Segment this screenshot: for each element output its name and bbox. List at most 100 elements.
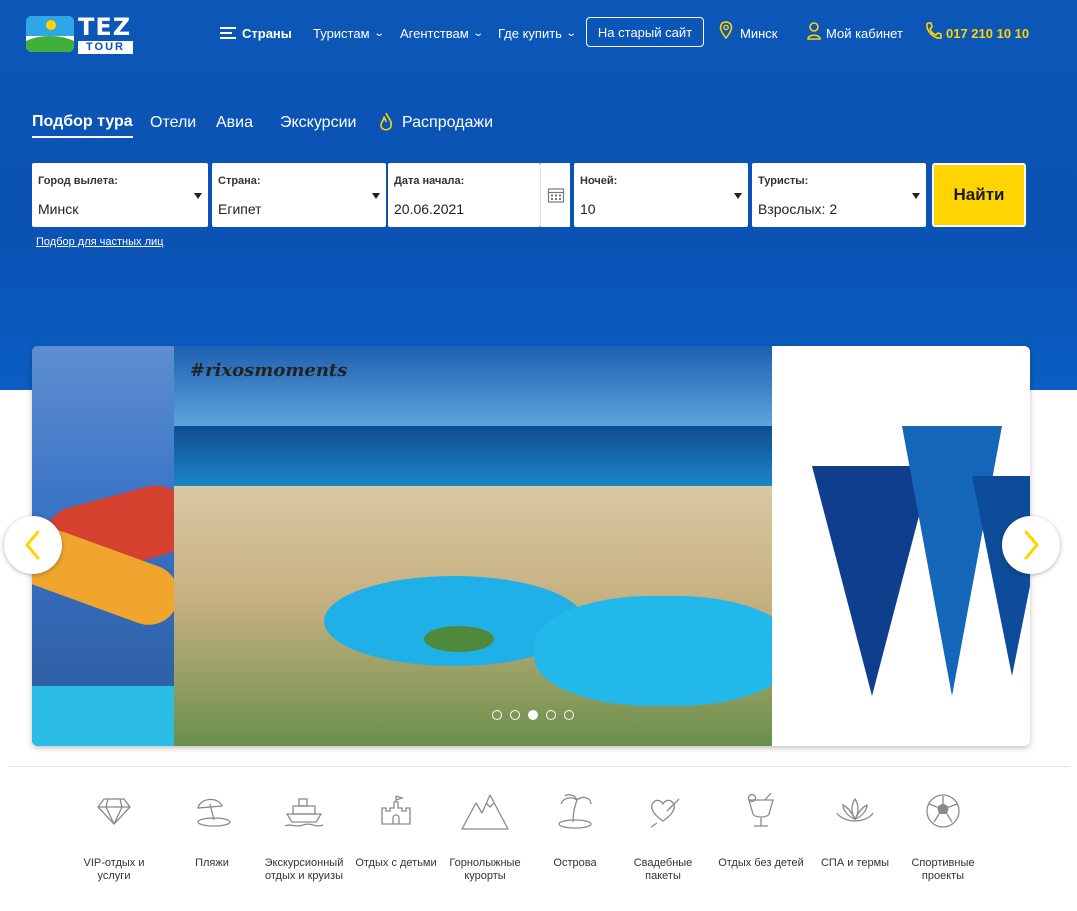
category-label: Свадебные пакеты	[633, 857, 693, 882]
find-button[interactable]: Найти	[932, 163, 1026, 227]
tab-hotels[interactable]: Отели	[150, 108, 196, 138]
tab-sales[interactable]: Распродажи	[402, 108, 493, 138]
tab-excursions[interactable]: Экскурсии	[280, 108, 356, 138]
nav-countries[interactable]: Страны	[220, 16, 292, 50]
nav-city[interactable]: Минск	[740, 16, 777, 50]
palm-island-icon	[558, 794, 592, 829]
old-site-button[interactable]: На старый сайт	[586, 17, 704, 47]
slider-dot-active[interactable]	[528, 710, 538, 720]
chevron-right-icon	[1024, 530, 1039, 560]
category-label: Экскурсионный отдых и круизы	[264, 857, 344, 882]
tab-avia[interactable]: Авиа	[216, 108, 253, 138]
country-select[interactable]: Страна: Египет	[212, 163, 386, 227]
country-value: Египет	[218, 201, 262, 217]
category-label: VIP-отдых и услуги	[83, 857, 145, 882]
logo-wordmark: TEZ	[78, 12, 132, 41]
slider-dot[interactable]	[546, 710, 556, 720]
category-label: Пляжи	[195, 857, 229, 869]
phone-number-label: 017 210 10 10	[946, 25, 1030, 41]
calendar-button[interactable]	[540, 163, 570, 227]
logo-subtitle: TOUR	[78, 40, 133, 54]
start-date-label: Дата начала:	[394, 175, 465, 187]
nights-value: 10	[580, 201, 596, 217]
category-label: Спортивные проекты	[911, 857, 975, 882]
travel-categories: VIP-отдых и услуги Пляжи Экскурсионный о…	[8, 766, 1070, 906]
dropdown-arrow-icon	[372, 193, 380, 199]
nav-where-to-buy-label: Где купить	[498, 25, 562, 41]
category-with-kids[interactable]: Отдых с детьми	[354, 775, 438, 883]
category-label: Отдых с детьми	[355, 857, 437, 869]
slider-dot[interactable]	[564, 710, 574, 720]
category-islands[interactable]: Острова	[534, 775, 616, 883]
nav-my-cabinet[interactable]: Мой кабинет	[826, 16, 903, 50]
diamond-icon	[97, 798, 131, 825]
soccer-ball-icon	[926, 794, 960, 828]
chevron-down-icon: ⌄	[472, 27, 484, 39]
calendar-icon	[547, 188, 564, 203]
category-label: Острова	[553, 857, 597, 869]
slide-hashtag: #rixosmoments	[190, 360, 348, 381]
cocktail-icon	[747, 792, 774, 827]
chevron-down-icon: ⌄	[372, 27, 385, 39]
nav-agencies-label: Агентствам	[400, 25, 469, 41]
category-spa[interactable]: СПА и термы	[814, 775, 896, 883]
category-label: Горнолыжные курорты	[449, 857, 521, 882]
tab-tour-search[interactable]: Подбор тура	[32, 108, 133, 138]
chevron-down-icon: ⌄	[565, 27, 578, 39]
slider-dot[interactable]	[492, 710, 502, 720]
tourists-select[interactable]: Туристы: Взрослых: 2	[752, 163, 926, 227]
tourists-label: Туристы:	[758, 175, 809, 187]
mountains-icon	[461, 794, 509, 830]
cruise-ship-icon	[284, 798, 324, 827]
category-sport[interactable]: Спортивные проекты	[902, 775, 984, 883]
category-label: Отдых без детей	[718, 857, 804, 869]
lotus-icon	[836, 797, 874, 822]
dropdown-arrow-icon	[912, 193, 920, 199]
slider-next-button[interactable]	[1002, 516, 1060, 574]
start-date-input[interactable]: Дата начала: 20.06.2021	[388, 163, 540, 227]
country-label: Страна:	[218, 175, 261, 187]
castle-icon	[381, 795, 411, 825]
category-excursion-cruises[interactable]: Экскурсионный отдых и круизы	[260, 775, 348, 883]
category-vip[interactable]: VIP-отдых и услуги	[68, 775, 160, 883]
slide-diving-collage	[772, 346, 1030, 746]
phone-icon	[926, 22, 942, 39]
tourists-value: Взрослых: 2	[758, 201, 838, 217]
category-no-kids[interactable]: Отдых без детей	[714, 775, 808, 883]
site-header: TEZ TOUR Страны Туристам ⌄ Агентствам ⌄ …	[0, 0, 1077, 62]
slider-pagination	[492, 710, 574, 720]
tour-search-form: Город вылета: Минск Страна: Египет Дата …	[30, 160, 1026, 230]
nights-select[interactable]: Ночей: 10	[574, 163, 748, 227]
private-persons-link[interactable]: Подбор для частных лиц	[36, 236, 163, 248]
phone-number[interactable]: 017 210 10 10	[946, 16, 1029, 50]
departure-city-label: Город вылета:	[38, 175, 118, 187]
nav-where-to-buy[interactable]: Где купить ⌄	[498, 16, 578, 50]
category-beaches[interactable]: Пляжи	[166, 775, 258, 883]
user-icon[interactable]	[806, 19, 822, 43]
tez-tour-logo[interactable]: TEZ TOUR	[26, 10, 168, 58]
slider-dot[interactable]	[510, 710, 520, 720]
main-nav: Страны Туристам ⌄ Агентствам ⌄ Где купит…	[202, 11, 1062, 59]
departure-city-select[interactable]: Город вылета: Минск	[32, 163, 208, 227]
chevron-left-icon	[25, 530, 40, 560]
fire-icon	[380, 112, 392, 131]
location-pin-icon[interactable]	[718, 19, 734, 43]
nights-label: Ночей:	[580, 175, 618, 187]
beach-umbrella-icon	[197, 798, 231, 827]
dropdown-arrow-icon	[734, 193, 742, 199]
promo-slider: #rixosmoments	[32, 346, 1030, 746]
dropdown-arrow-icon	[194, 193, 202, 199]
nav-tourists-label: Туристам	[313, 25, 370, 41]
nav-agencies[interactable]: Агентствам ⌄	[400, 16, 484, 50]
category-ski-resorts[interactable]: Горнолыжные курорты	[444, 775, 526, 883]
menu-list-icon	[220, 27, 236, 39]
slider-prev-button[interactable]	[4, 516, 62, 574]
departure-city-value: Минск	[38, 201, 79, 217]
category-wedding[interactable]: Свадебные пакеты	[622, 775, 704, 883]
category-label: СПА и термы	[820, 857, 890, 869]
nav-tourists[interactable]: Туристам ⌄	[313, 16, 385, 50]
heart-bouquet-icon	[650, 798, 680, 828]
logo-emblem-icon	[26, 16, 74, 52]
start-date-value: 20.06.2021	[394, 201, 465, 217]
nav-countries-label: Страны	[242, 25, 292, 41]
